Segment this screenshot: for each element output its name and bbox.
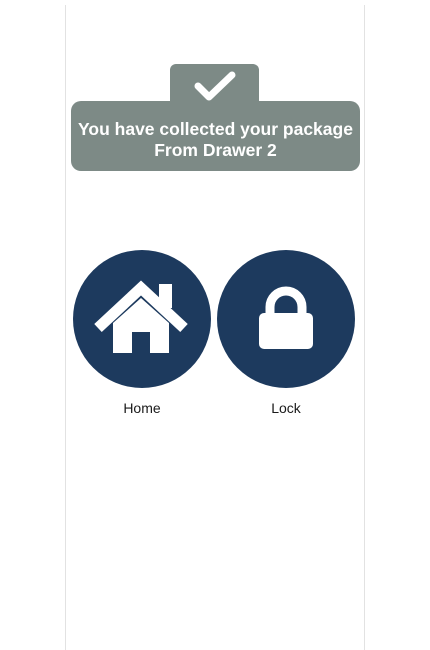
frame-divider-left (65, 5, 66, 650)
lock-icon (259, 286, 313, 349)
home-icon (94, 280, 188, 353)
home-button-circle[interactable] (73, 250, 211, 388)
lock-label: Lock (271, 400, 301, 416)
app-screen: You have collected your package From Dra… (0, 0, 430, 650)
checkmark-icon (194, 71, 236, 101)
lock-button[interactable]: Lock (217, 250, 355, 417)
frame-divider-right (364, 5, 365, 650)
notification-banner: You have collected your package From Dra… (71, 101, 360, 171)
lock-button-circle[interactable] (217, 250, 355, 388)
notification-drawer: From Drawer 2 (154, 140, 277, 160)
notification-message: You have collected your package (78, 119, 353, 139)
home-button[interactable]: Home (73, 250, 211, 417)
home-label: Home (123, 400, 161, 416)
